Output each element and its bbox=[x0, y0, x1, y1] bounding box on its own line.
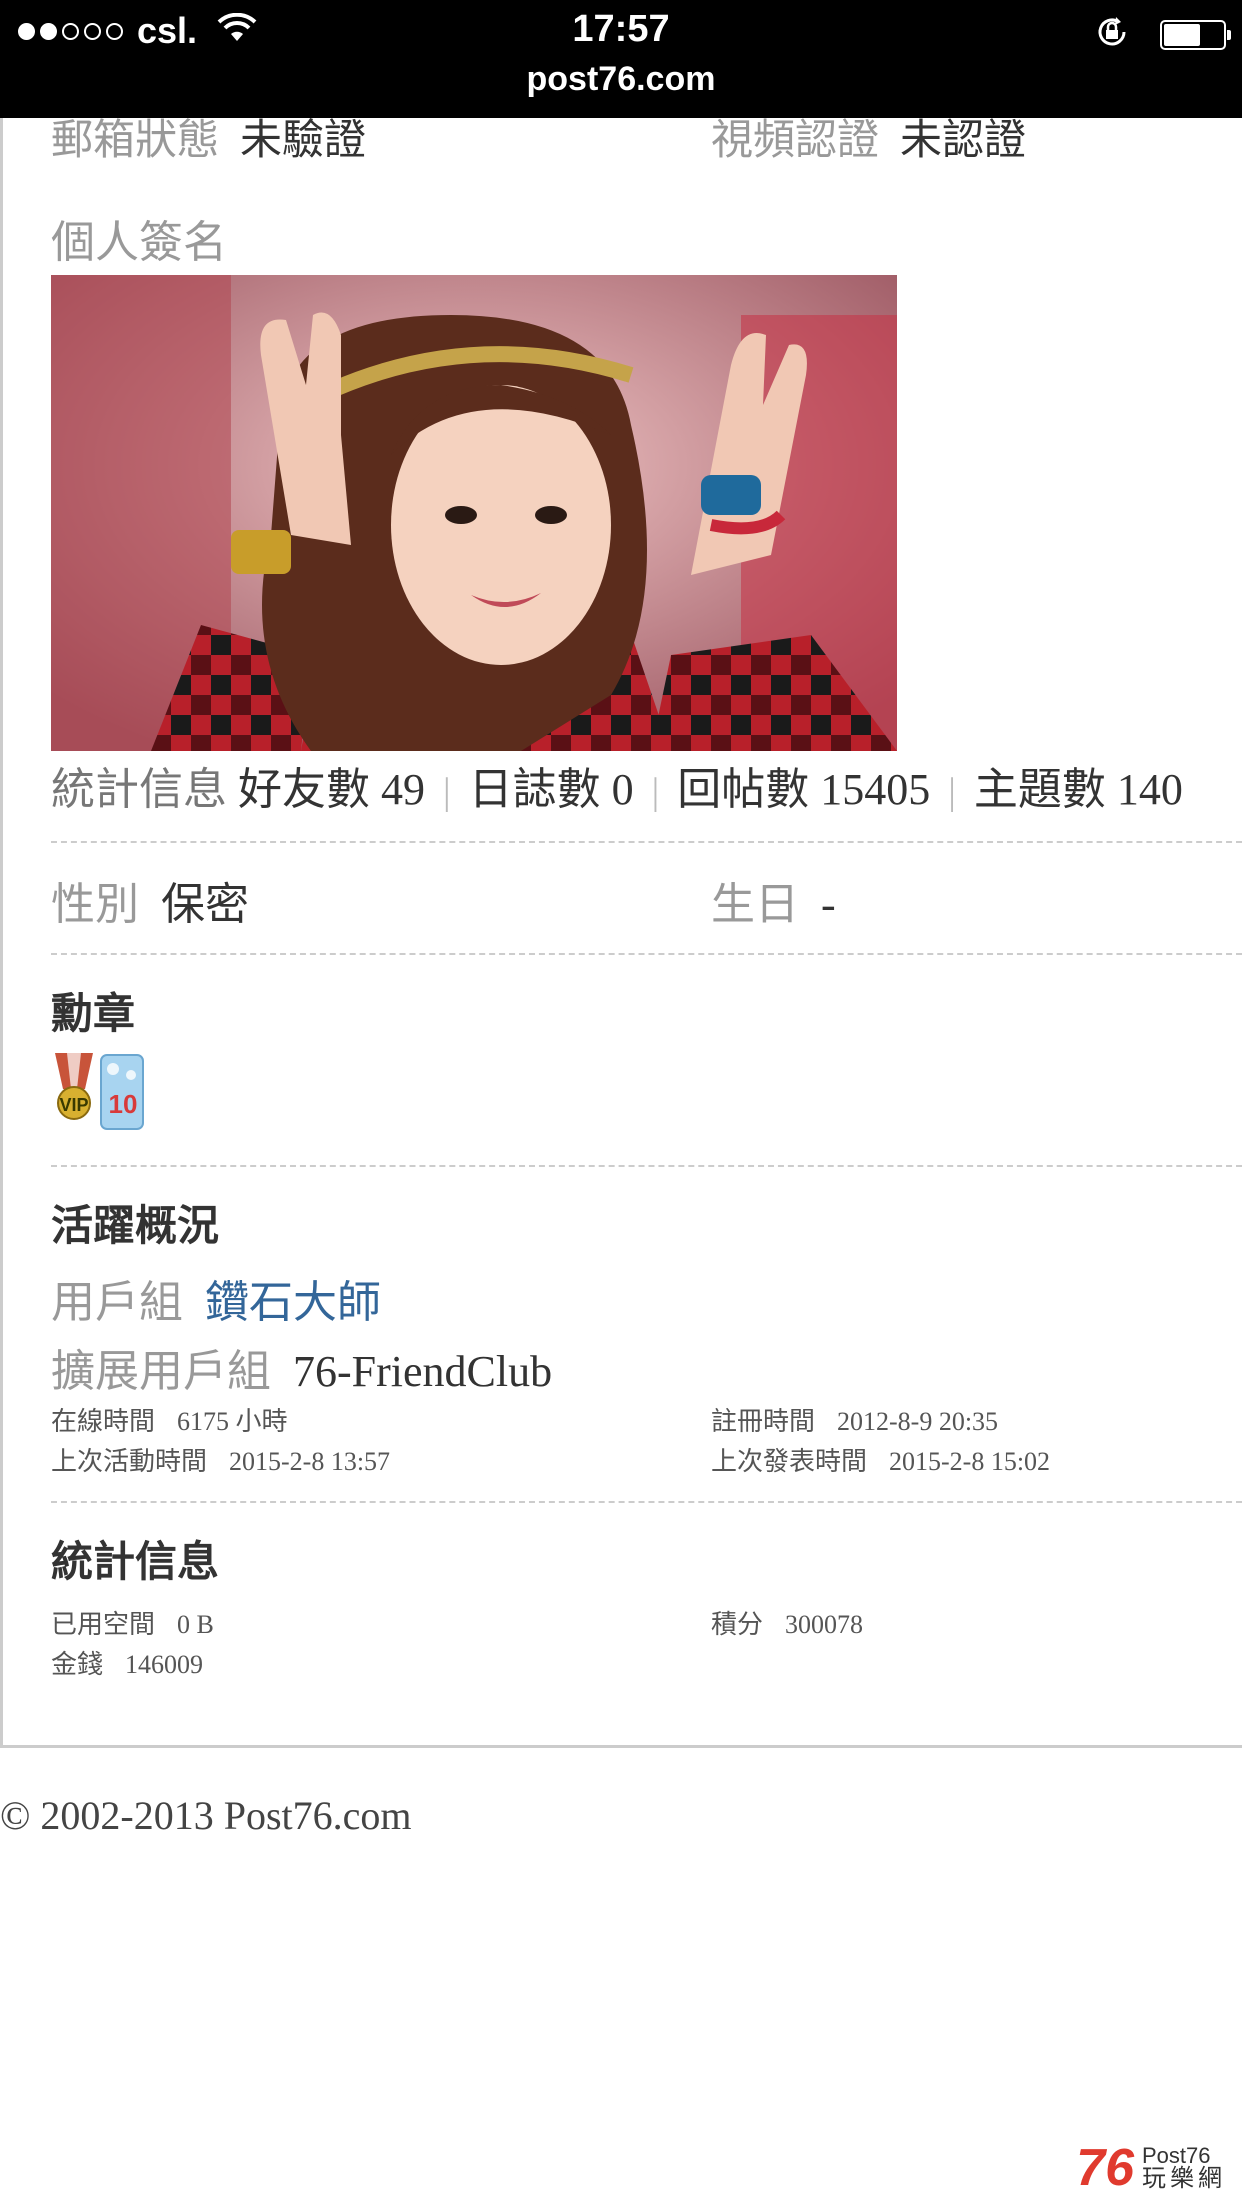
ext-usergroup-row: 擴展用戶組 76-FriendClub bbox=[51, 1335, 552, 1399]
video-verify-label: 視頻認證 bbox=[711, 118, 880, 164]
svg-text:VIP: VIP bbox=[59, 1095, 88, 1115]
rotation-lock-icon bbox=[1094, 14, 1130, 55]
activity-title: 活躍概況 bbox=[51, 1201, 220, 1250]
site-logo: 76 Post76 玩樂網 bbox=[1076, 2138, 1226, 2198]
divider bbox=[51, 841, 1242, 843]
status-bar: csl. 17:57 post76.com bbox=[0, 0, 1242, 118]
video-verify-value: 未認證 bbox=[900, 118, 1027, 164]
stats-label: 統計信息 bbox=[51, 765, 227, 814]
topics-label[interactable]: 主題數 bbox=[974, 765, 1106, 814]
vip-medal-icon[interactable]: VIP bbox=[51, 1053, 97, 1136]
used-space-label: 已用空間 bbox=[51, 1610, 156, 1639]
money-label: 金錢 bbox=[51, 1650, 104, 1679]
divider bbox=[51, 1165, 1242, 1167]
profile-panel: 郵箱狀態 未驗證 視頻認證 未認證 個人簽名 統計信息 好友數 49 | 日誌數… bbox=[0, 118, 1242, 1748]
stat-info-title: 統計信息 bbox=[51, 1537, 220, 1586]
used-space-value: 0 B bbox=[177, 1610, 214, 1639]
clock: 17:57 bbox=[572, 8, 670, 50]
online-time-label: 在線時間 bbox=[51, 1407, 156, 1436]
register-time-value: 2012-8-9 20:35 bbox=[837, 1407, 999, 1436]
register-time-label: 註冊時間 bbox=[711, 1407, 816, 1436]
last-post-label: 上次發表時間 bbox=[711, 1447, 868, 1476]
email-status-value: 未驗證 bbox=[240, 118, 367, 164]
gender-label: 性別 bbox=[51, 880, 139, 929]
birthday-value: - bbox=[821, 880, 836, 929]
signature-label: 個人簽名 bbox=[51, 218, 227, 267]
email-status-label: 郵箱狀態 bbox=[51, 118, 220, 164]
topics-count[interactable]: 140 bbox=[1117, 765, 1183, 814]
money-value: 146009 bbox=[125, 1650, 204, 1679]
logo-number: 76 bbox=[1076, 2139, 1134, 2197]
points-value: 300078 bbox=[785, 1610, 864, 1639]
last-active-label: 上次活動時間 bbox=[51, 1447, 208, 1476]
friends-count[interactable]: 49 bbox=[381, 765, 425, 814]
usergroup-link[interactable]: 鑽石大師 bbox=[205, 1278, 381, 1327]
svg-text:10: 10 bbox=[109, 1089, 138, 1119]
copyright: © 2002-2013 Post76.com bbox=[0, 1793, 412, 1838]
address-bar-url[interactable]: post76.com bbox=[0, 60, 1242, 99]
gender-value: 保密 bbox=[161, 880, 249, 929]
anniversary-medal-icon[interactable]: 10 bbox=[99, 1053, 145, 1136]
divider bbox=[51, 953, 1242, 955]
signature-image bbox=[51, 275, 897, 751]
usergroup-row: 用戶組 鑽石大師 bbox=[51, 1266, 381, 1330]
usergroup-label: 用戶組 bbox=[51, 1278, 183, 1327]
ext-usergroup-value: 76-FriendClub bbox=[293, 1347, 553, 1396]
online-time-value: 6175 小時 bbox=[177, 1407, 288, 1436]
ext-usergroup-label: 擴展用戶組 bbox=[51, 1347, 271, 1396]
logo-subtitle: 玩樂網 bbox=[1142, 2166, 1226, 2192]
friends-label[interactable]: 好友數 bbox=[238, 765, 370, 814]
points-label: 積分 bbox=[711, 1610, 764, 1639]
birthday-label: 生日 bbox=[711, 880, 799, 929]
stats-summary: 統計信息 好友數 49 | 日誌數 0 | 回帖數 15405 | 主題數 140 bbox=[51, 765, 1183, 814]
divider bbox=[51, 1501, 1242, 1503]
medals-list: VIP 10 bbox=[51, 1053, 145, 1136]
blogs-label[interactable]: 日誌數 bbox=[469, 765, 601, 814]
logo-name: Post76 bbox=[1142, 2143, 1211, 2168]
last-active-value: 2015-2-8 13:57 bbox=[229, 1447, 391, 1476]
battery-icon bbox=[1160, 19, 1231, 50]
last-post-value: 2015-2-8 15:02 bbox=[889, 1447, 1051, 1476]
replies-label[interactable]: 回帖數 bbox=[677, 765, 809, 814]
replies-count[interactable]: 15405 bbox=[820, 765, 930, 814]
medals-title: 勳章 bbox=[51, 989, 136, 1038]
blogs-count[interactable]: 0 bbox=[612, 765, 634, 814]
